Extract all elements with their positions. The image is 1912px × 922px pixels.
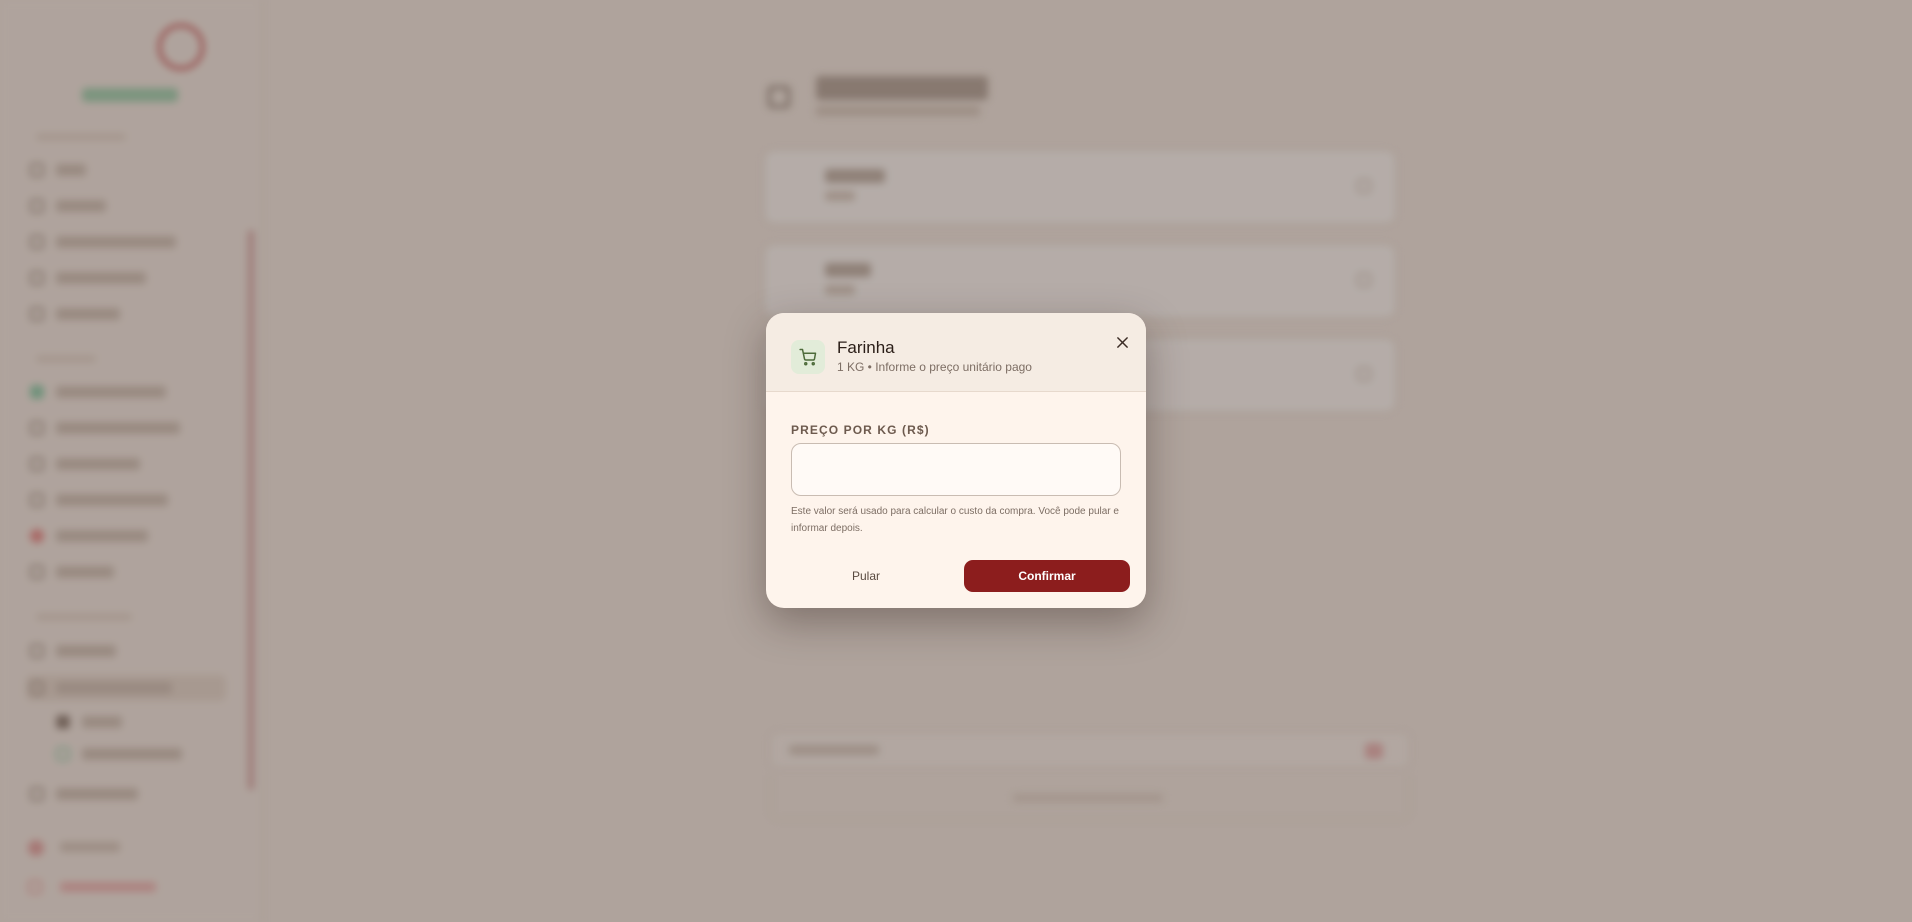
- close-icon: [1116, 336, 1128, 348]
- app-window: Farinha 1 KG • Informe o preço unitário …: [0, 0, 1912, 922]
- dialog-title: Farinha: [837, 338, 895, 357]
- price-field-label: PREÇO POR KG (R$): [791, 423, 930, 437]
- cart-badge: [791, 340, 825, 374]
- confirm-button[interactable]: Confirmar: [964, 560, 1130, 592]
- dialog-header: Farinha 1 KG • Informe o preço unitário …: [766, 313, 1146, 392]
- price-hint: Este valor será usado para calcular o cu…: [791, 506, 1119, 534]
- close-button[interactable]: [1111, 331, 1133, 353]
- shopping-cart-icon: [799, 348, 817, 366]
- skip-button[interactable]: Pular: [791, 560, 941, 592]
- price-per-kg-input[interactable]: [791, 443, 1121, 496]
- dialog-subtitle: 1 KG • Informe o preço unitário pago: [837, 360, 1032, 374]
- price-dialog: Farinha 1 KG • Informe o preço unitário …: [766, 313, 1146, 608]
